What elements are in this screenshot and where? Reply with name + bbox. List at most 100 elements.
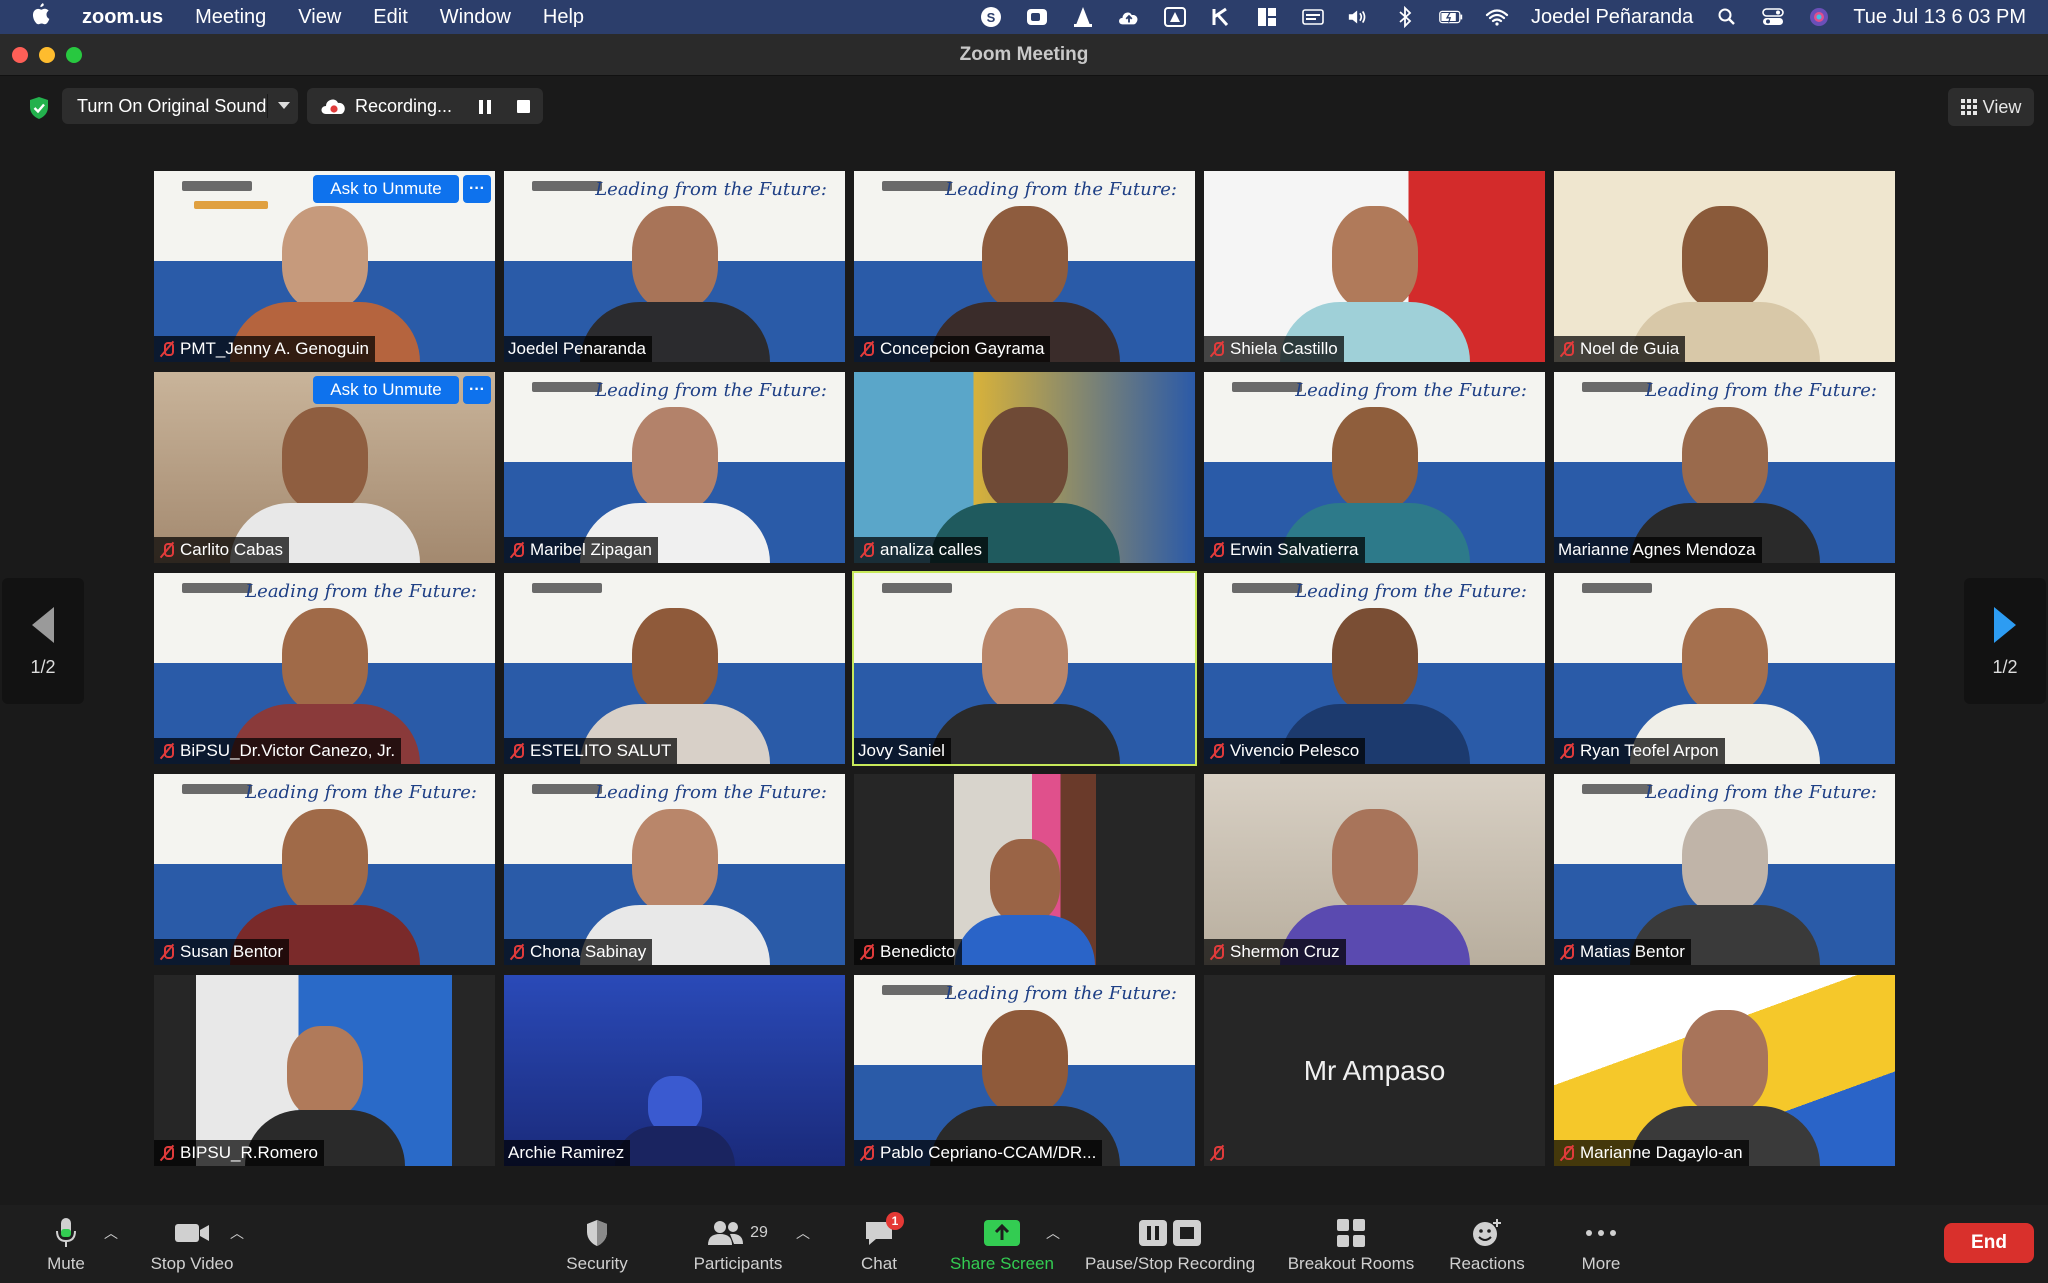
menu-help[interactable]: Help bbox=[543, 6, 584, 29]
control-center-icon[interactable] bbox=[1761, 5, 1785, 29]
video-tile[interactable]: Noel de Guia bbox=[1554, 171, 1895, 362]
menu-meeting[interactable]: Meeting bbox=[195, 6, 266, 29]
video-tile[interactable]: PMT_Jenny A. Genoguin Ask to Unmute ··· bbox=[154, 171, 495, 362]
chat-button[interactable]: 1 Chat bbox=[846, 1205, 912, 1283]
spotlight-search-icon[interactable] bbox=[1715, 5, 1739, 29]
recording-label: Pause/Stop Recording bbox=[1084, 1253, 1256, 1273]
participants-options-chevron-icon[interactable]: ︿ bbox=[796, 1223, 810, 1243]
video-tile[interactable]: Shiela Castillo bbox=[1204, 171, 1545, 362]
menu-app-name[interactable]: zoom.us bbox=[82, 6, 163, 29]
video-tile[interactable]: Leading from the Future: Matias Bentor bbox=[1554, 774, 1895, 965]
microphone-icon bbox=[55, 1215, 77, 1251]
end-meeting-button[interactable]: End bbox=[1944, 1223, 2034, 1263]
previous-page-button[interactable]: 1/2 bbox=[2, 578, 84, 704]
encryption-shield-icon[interactable] bbox=[28, 96, 50, 120]
audio-options-chevron-icon[interactable]: ︿ bbox=[104, 1223, 118, 1243]
video-tile[interactable]: ESTELITO SALUT bbox=[504, 573, 845, 764]
reactions-button[interactable]: Reactions bbox=[1444, 1205, 1530, 1283]
apple-icon[interactable] bbox=[30, 3, 58, 31]
video-tile[interactable]: Leading from the Future: Susan Bentor bbox=[154, 774, 495, 965]
video-tile[interactable]: Leading from the Future: Joedel Penarand… bbox=[504, 171, 845, 362]
university-logo bbox=[1232, 583, 1302, 593]
maximize-window-button[interactable] bbox=[66, 47, 82, 63]
minimize-window-button[interactable] bbox=[39, 47, 55, 63]
more-button[interactable]: More bbox=[1576, 1205, 1626, 1283]
view-label: View bbox=[1982, 96, 2022, 117]
participant-name: Chona Sabinay bbox=[530, 942, 647, 961]
ask-to-unmute-button[interactable]: Ask to Unmute bbox=[313, 376, 459, 404]
participant-name: PMT_Jenny A. Genoguin bbox=[180, 339, 370, 358]
k-app-icon[interactable] bbox=[1209, 5, 1233, 29]
pause-stop-recording-button[interactable]: Pause/Stop Recording bbox=[1080, 1205, 1260, 1283]
menu-edit[interactable]: Edit bbox=[373, 6, 407, 29]
mic-muted-icon bbox=[858, 1144, 876, 1162]
video-tile[interactable]: Ryan Teofel Arpon bbox=[1554, 573, 1895, 764]
video-options-chevron-icon[interactable]: ︿ bbox=[230, 1223, 244, 1243]
skype-icon[interactable]: S bbox=[979, 5, 1003, 29]
cloud-upload-icon[interactable] bbox=[1117, 5, 1141, 29]
vlc-icon[interactable] bbox=[1071, 5, 1095, 29]
keyboard-input-icon[interactable] bbox=[1301, 5, 1325, 29]
original-sound-dropdown-icon[interactable] bbox=[278, 102, 290, 109]
share-options-chevron-icon[interactable]: ︿ bbox=[1046, 1223, 1060, 1243]
video-tile[interactable]: Leading from the Future: Concepcion Gayr… bbox=[854, 171, 1195, 362]
participant-name-tag: Matias Bentor bbox=[1554, 939, 1691, 965]
layout-icon[interactable] bbox=[1255, 5, 1279, 29]
video-tile[interactable]: Leading from the Future: Chona Sabinay bbox=[504, 774, 845, 965]
participant-video bbox=[929, 608, 1120, 764]
video-tile[interactable]: Leading from the Future: Maribel Zipagan bbox=[504, 372, 845, 563]
mic-muted-icon bbox=[158, 1144, 176, 1162]
video-tile[interactable]: Carlito Cabas Ask to Unmute ··· bbox=[154, 372, 495, 563]
video-tile[interactable]: Leading from the Future: Erwin Salvatier… bbox=[1204, 372, 1545, 563]
view-button[interactable]: View bbox=[1948, 88, 2034, 126]
video-tile[interactable]: Archie Ramirez bbox=[504, 975, 845, 1166]
video-tile[interactable]: BIPSU_R.Romero bbox=[154, 975, 495, 1166]
drive-icon[interactable] bbox=[1163, 5, 1187, 29]
next-page-button[interactable]: 1/2 bbox=[1964, 578, 2046, 704]
participant-name: Marianne Agnes Mendoza bbox=[1558, 540, 1756, 559]
security-button[interactable]: Security bbox=[556, 1205, 638, 1283]
pause-recording-icon[interactable] bbox=[479, 100, 491, 114]
active-speaker-video-tile[interactable]: Jovy Saniel bbox=[852, 571, 1197, 766]
video-tile[interactable]: Leading from the Future: Marianne Agnes … bbox=[1554, 372, 1895, 563]
video-tile-camera-off[interactable]: Mr Ampaso bbox=[1204, 975, 1545, 1166]
video-tile[interactable]: Marianne Dagaylo-an bbox=[1554, 975, 1895, 1166]
banner-title: Leading from the Future: bbox=[595, 782, 827, 803]
volume-icon[interactable] bbox=[1347, 5, 1371, 29]
banner-title: Leading from the Future: bbox=[595, 179, 827, 200]
tile-more-options-button[interactable]: ··· bbox=[463, 376, 491, 404]
breakout-rooms-button[interactable]: Breakout Rooms bbox=[1282, 1205, 1420, 1283]
stop-video-button[interactable]: Stop Video bbox=[144, 1205, 240, 1283]
original-sound-divider bbox=[267, 94, 268, 118]
participant-name-tag: Joedel Penaranda bbox=[504, 336, 653, 362]
meeting-top-bar: Turn On Original Sound Recording... View bbox=[0, 76, 2048, 136]
siri-icon[interactable] bbox=[1807, 5, 1831, 29]
video-tile[interactable]: Benedicto bbox=[854, 774, 1195, 965]
zoom-menu-icon[interactable] bbox=[1025, 5, 1049, 29]
video-tile[interactable]: analiza calles bbox=[854, 372, 1195, 563]
participants-button[interactable]: 29 Participants bbox=[684, 1205, 792, 1283]
tile-more-options-button[interactable]: ··· bbox=[463, 175, 491, 203]
video-tile[interactable]: Leading from the Future: Pablo Cepriano-… bbox=[854, 975, 1195, 1166]
video-tile[interactable]: Leading from the Future: Vivencio Pelesc… bbox=[1204, 573, 1545, 764]
close-window-button[interactable] bbox=[12, 47, 28, 63]
mute-button[interactable]: Mute bbox=[36, 1205, 96, 1283]
share-screen-button[interactable]: Share Screen bbox=[946, 1205, 1058, 1283]
wifi-icon[interactable] bbox=[1485, 5, 1509, 29]
original-sound-button[interactable]: Turn On Original Sound bbox=[62, 88, 298, 124]
menubar-clock[interactable]: Tue Jul 13 6 03 PM bbox=[1853, 6, 2026, 29]
menu-window[interactable]: Window bbox=[440, 6, 511, 29]
battery-icon[interactable] bbox=[1439, 5, 1463, 29]
participant-name-tag: analiza calles bbox=[854, 537, 989, 563]
bluetooth-icon[interactable] bbox=[1393, 5, 1417, 29]
stop-recording-icon[interactable] bbox=[517, 100, 530, 113]
participant-name-tag: Marianne Dagaylo-an bbox=[1554, 1140, 1749, 1166]
participant-name-tag: Jovy Saniel bbox=[854, 738, 951, 764]
participant-name: ESTELITO SALUT bbox=[530, 741, 672, 760]
ask-to-unmute-button[interactable]: Ask to Unmute bbox=[313, 175, 459, 203]
video-tile[interactable]: Shermon Cruz bbox=[1204, 774, 1545, 965]
university-logo bbox=[1582, 784, 1652, 794]
video-tile[interactable]: Leading from the Future: BiPSU_Dr.Victor… bbox=[154, 573, 495, 764]
menu-view[interactable]: View bbox=[298, 6, 341, 29]
menubar-user-name[interactable]: Joedel Peñaranda bbox=[1531, 6, 1693, 29]
